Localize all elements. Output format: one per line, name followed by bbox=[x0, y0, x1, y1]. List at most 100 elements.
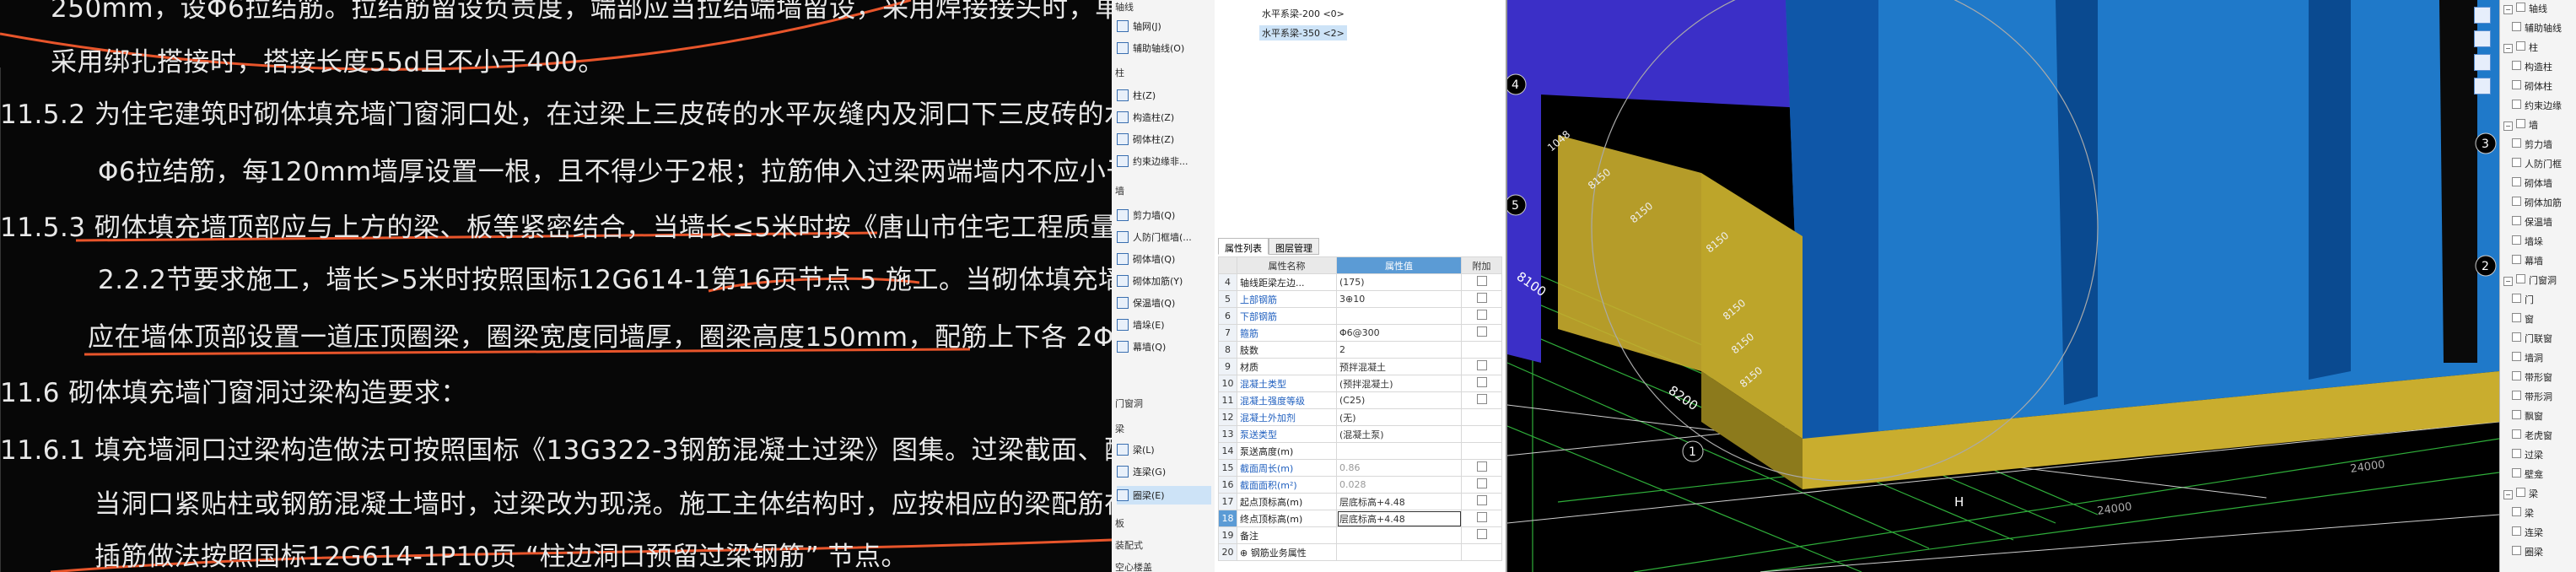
property-row[interactable]: 7 箍筋 Φ6@300 bbox=[1218, 324, 1502, 342]
collapse-icon[interactable]: − bbox=[2503, 44, 2513, 53]
property-value[interactable]: 层底标高+4.48 bbox=[1336, 493, 1462, 510]
property-value[interactable] bbox=[1336, 307, 1462, 325]
visibility-checkbox[interactable] bbox=[2512, 294, 2521, 303]
property-row[interactable]: 15 截面周长(m) 0.86 bbox=[1218, 459, 1502, 477]
filter-tree-item[interactable]: 构造柱 bbox=[2512, 60, 2552, 73]
tree-item-insul-wall[interactable]: 保温墙(Q) bbox=[1117, 294, 1211, 312]
filter-tree-item[interactable]: 老虎窗 bbox=[2512, 429, 2552, 442]
filter-tree-group[interactable]: − 墙 bbox=[2503, 118, 2538, 132]
filter-tree-item[interactable]: 过梁 bbox=[2512, 448, 2543, 461]
property-value[interactable]: (175) bbox=[1336, 273, 1462, 291]
property-row[interactable]: 9 材质 预拌混凝土 bbox=[1218, 358, 1502, 375]
filter-tree-item[interactable]: 剪力墙 bbox=[2512, 138, 2552, 151]
visibility-checkbox[interactable] bbox=[2512, 255, 2521, 264]
visibility-checkbox[interactable] bbox=[2512, 197, 2521, 206]
visibility-checkbox[interactable] bbox=[2512, 216, 2521, 225]
property-row[interactable]: 19 备注 bbox=[1218, 526, 1502, 544]
property-value[interactable] bbox=[1336, 442, 1462, 460]
tab-property-list[interactable]: 属性列表 bbox=[1218, 238, 1269, 255]
filter-tree-item[interactable]: 辅助轴线 bbox=[2512, 21, 2562, 35]
filter-tree-item[interactable]: 壁龛 bbox=[2512, 467, 2543, 481]
filter-tree-item[interactable]: 门 bbox=[2512, 293, 2534, 306]
visibility-checkbox[interactable] bbox=[2512, 352, 2521, 361]
property-value[interactable] bbox=[1336, 543, 1462, 561]
visibility-checkbox[interactable] bbox=[2512, 177, 2521, 186]
visibility-checkbox[interactable] bbox=[2516, 119, 2525, 128]
filter-tree-group[interactable]: − 轴线 bbox=[2503, 2, 2547, 15]
filter-tree-item[interactable]: 约束边缘 bbox=[2512, 99, 2562, 112]
tree-cat-axis[interactable]: 轴线 bbox=[1115, 0, 1134, 13]
filter-tree-item[interactable]: 带形窗 bbox=[2512, 370, 2552, 384]
property-row[interactable]: 6 下部钢筋 bbox=[1218, 307, 1502, 325]
visibility-checkbox[interactable] bbox=[2512, 61, 2521, 70]
visibility-checkbox[interactable] bbox=[2512, 235, 2521, 245]
tree-item-edge-member[interactable]: 约束边缘非... bbox=[1117, 152, 1211, 170]
visibility-checkbox[interactable] bbox=[2512, 546, 2521, 555]
tree-item-masonry-rebar[interactable]: 砌体加筋(Y) bbox=[1117, 272, 1211, 290]
filter-tree-item[interactable]: 墙洞 bbox=[2512, 351, 2543, 364]
property-value[interactable] bbox=[1336, 526, 1462, 544]
tree-cat-prefab[interactable]: 装配式 bbox=[1115, 538, 1143, 552]
tree-item-beam[interactable]: 梁(L) bbox=[1117, 440, 1211, 459]
visibility-checkbox[interactable] bbox=[2512, 138, 2521, 148]
property-row[interactable]: 13 泵送类型 (混凝土泵) bbox=[1218, 425, 1502, 443]
visibility-checkbox[interactable] bbox=[2512, 332, 2521, 342]
collapse-icon[interactable]: − bbox=[2503, 490, 2513, 499]
property-value[interactable]: (C25) bbox=[1336, 391, 1462, 409]
visibility-checkbox[interactable] bbox=[2512, 313, 2521, 322]
property-value[interactable]: 0.028 bbox=[1336, 476, 1462, 494]
property-value[interactable]: Φ6@300 bbox=[1336, 324, 1462, 342]
visibility-checkbox[interactable] bbox=[2512, 468, 2521, 478]
visibility-checkbox[interactable] bbox=[2512, 158, 2521, 167]
3d-viewport[interactable]: 4 5 1 3 2 H 8100 8200 24000 24000 1048 8… bbox=[1507, 0, 2499, 572]
component-list-item[interactable]: 水平系梁-200 <0> bbox=[1262, 7, 1345, 20]
tree-cat-slab[interactable]: 板 bbox=[1115, 516, 1124, 530]
visibility-checkbox[interactable] bbox=[2512, 80, 2521, 89]
tree-item-curtain-wall[interactable]: 幕墙(Q) bbox=[1117, 337, 1211, 356]
collapse-icon[interactable]: − bbox=[2503, 121, 2513, 131]
extra-checkbox[interactable] bbox=[1476, 478, 1487, 488]
3d-scene[interactable]: 4 5 1 3 2 H 8100 8200 24000 24000 1048 8… bbox=[1507, 0, 2499, 572]
filter-tree-item[interactable]: 砌体柱 bbox=[2512, 79, 2552, 93]
visibility-checkbox[interactable] bbox=[2512, 100, 2521, 109]
property-value[interactable]: (无) bbox=[1336, 408, 1462, 426]
visibility-checkbox[interactable] bbox=[2516, 488, 2525, 497]
extra-checkbox[interactable] bbox=[1476, 495, 1487, 505]
filter-tree-item[interactable]: 飘窗 bbox=[2512, 409, 2543, 423]
tab-layer-manager[interactable]: 图层管理 bbox=[1269, 238, 1319, 255]
extra-checkbox[interactable] bbox=[1476, 360, 1487, 370]
tree-item-axis-grid[interactable]: 轴网(J) bbox=[1117, 17, 1211, 35]
property-row[interactable]: 20 ⊕ 钢筋业务属性 bbox=[1218, 543, 1502, 561]
visibility-checkbox[interactable] bbox=[2516, 3, 2525, 12]
property-value[interactable]: 预拌混凝土 bbox=[1336, 358, 1462, 375]
tree-item-column[interactable]: 柱(Z) bbox=[1117, 86, 1211, 105]
filter-tree-group[interactable]: − 柱 bbox=[2503, 40, 2538, 54]
property-row[interactable]: 12 混凝土外加剂 (无) bbox=[1218, 408, 1502, 426]
tree-cat-hollow[interactable]: 空心楼盖 bbox=[1115, 560, 1152, 572]
filter-tree-group[interactable]: − 梁 bbox=[2503, 487, 2538, 500]
tree-item-ring-beam[interactable]: 圈梁(E) bbox=[1117, 486, 1211, 505]
extra-checkbox[interactable] bbox=[1476, 377, 1487, 387]
visibility-checkbox[interactable] bbox=[2512, 410, 2521, 419]
extra-checkbox[interactable] bbox=[1476, 512, 1487, 522]
filter-tree-item[interactable]: 砌体加筋 bbox=[2512, 196, 2562, 209]
filter-tree-item[interactable]: 连梁 bbox=[2512, 526, 2543, 539]
property-row[interactable]: 17 起点顶标高(m) 层底标高+4.48 bbox=[1218, 493, 1502, 510]
extra-checkbox[interactable] bbox=[1476, 394, 1487, 404]
view-cube-icon[interactable] bbox=[2474, 7, 2491, 24]
property-row[interactable]: 11 混凝土强度等级 (C25) bbox=[1218, 391, 1502, 409]
tree-item-link-beam[interactable]: 连梁(G) bbox=[1117, 462, 1211, 481]
visibility-checkbox[interactable] bbox=[2512, 526, 2521, 536]
property-row[interactable]: 8 肢数 2 bbox=[1218, 341, 1502, 359]
property-row[interactable]: 16 截面面积(m²) 0.028 bbox=[1218, 476, 1502, 494]
visibility-checkbox[interactable] bbox=[2516, 274, 2525, 283]
collapse-icon[interactable]: − bbox=[2503, 277, 2513, 286]
property-row[interactable]: 18 终点顶标高(m) 层底标高+4.48 bbox=[1218, 510, 1502, 527]
tree-cat-door[interactable]: 门窗洞 bbox=[1115, 397, 1143, 410]
collapse-icon[interactable]: − bbox=[2503, 5, 2513, 14]
property-row[interactable]: 14 泵送高度(m) bbox=[1218, 442, 1502, 460]
filter-tree-item[interactable]: 保温墙 bbox=[2512, 215, 2552, 229]
extra-checkbox[interactable] bbox=[1476, 461, 1487, 472]
visibility-checkbox[interactable] bbox=[2516, 41, 2525, 51]
property-row[interactable]: 10 混凝土类型 (预拌混凝土) bbox=[1218, 375, 1502, 392]
